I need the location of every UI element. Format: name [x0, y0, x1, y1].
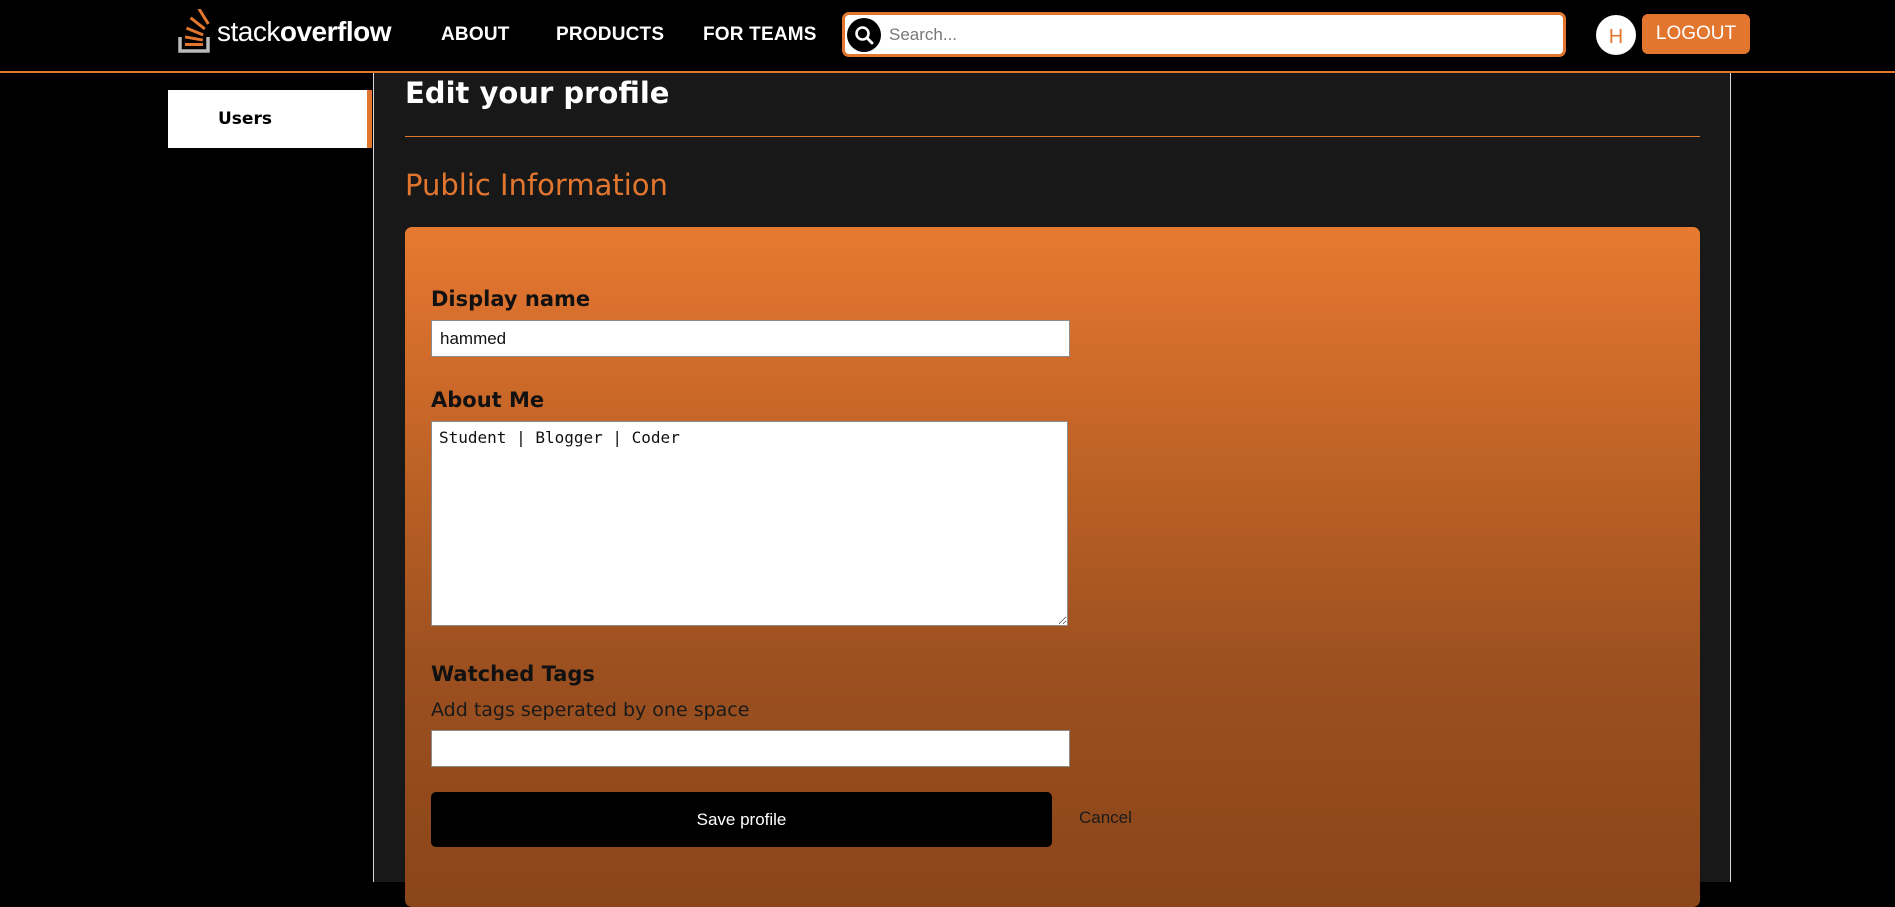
logo-wordmark: stackoverflow	[217, 16, 392, 47]
stackoverflow-logo[interactable]: stackoverflow	[178, 8, 392, 54]
search-bar	[842, 12, 1566, 57]
search-input[interactable]	[887, 19, 1563, 50]
main-content: Edit your profile Public Information Dis…	[373, 73, 1731, 907]
watched-tags-hint: Add tags seperated by one space	[431, 699, 750, 721]
section-title: Public Information	[405, 168, 668, 202]
sidebar-item-label: Users	[218, 109, 272, 129]
nav-products-link[interactable]: PRODUCTS	[556, 24, 664, 46]
user-avatar[interactable]: H	[1596, 15, 1636, 55]
display-name-label: Display name	[431, 287, 591, 311]
about-me-label: About Me	[431, 388, 545, 412]
page-title: Edit your profile	[405, 76, 670, 110]
sidebar-item-users[interactable]: Users	[168, 90, 372, 148]
nav-about-link[interactable]: ABOUT	[441, 24, 510, 46]
save-profile-button[interactable]: Save profile	[431, 792, 1052, 847]
title-divider	[405, 136, 1700, 137]
logout-button[interactable]: LOGOUT	[1642, 14, 1750, 54]
top-navbar: stackoverflow ABOUT PRODUCTS FOR TEAMS H…	[0, 0, 1895, 73]
nav-for-teams-link[interactable]: FOR TEAMS	[703, 24, 817, 46]
cancel-button[interactable]: Cancel	[1079, 808, 1132, 828]
watched-tags-label: Watched Tags	[431, 662, 595, 686]
about-me-textarea[interactable]: Student | Blogger | Coder	[431, 421, 1068, 626]
search-icon[interactable]	[847, 17, 881, 52]
watched-tags-input[interactable]	[431, 730, 1070, 767]
profile-form: Display name About Me Student | Blogger …	[405, 227, 1700, 907]
stack-logo-icon	[178, 9, 210, 53]
display-name-input[interactable]	[431, 320, 1070, 357]
